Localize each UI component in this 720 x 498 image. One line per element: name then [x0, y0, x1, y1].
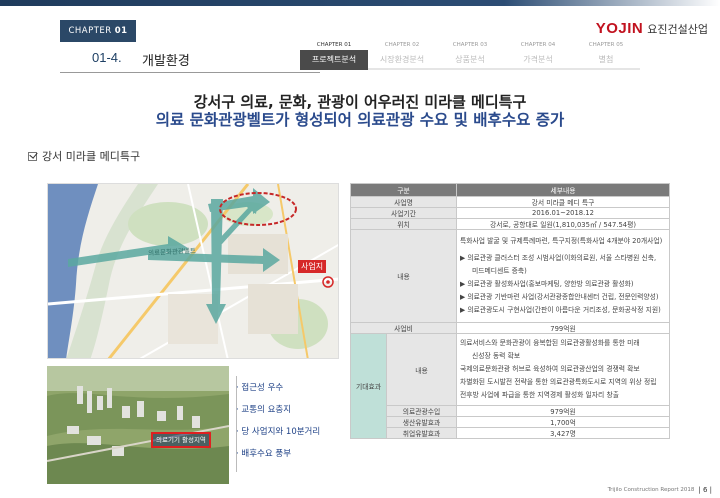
section-divider — [60, 72, 320, 73]
table-row: 취업유발효과 3,427명 — [351, 427, 670, 439]
nav-tab-label: 프로젝트분석 — [300, 50, 368, 70]
content-line: ▶ 의료관광도시 구현사업(간판이 아름다운 거리조성, 문화공삭정 지원) — [460, 306, 661, 314]
row-key: 취업유발효과 — [386, 427, 457, 439]
location-map: 사업지 의료문화관광벨트 — [47, 183, 339, 359]
row-key: 위치 — [350, 218, 457, 230]
effect-content: 의료서비스와 문화관광이 융복합된 의료관광활성화를 통한 미래 신성장 동력 … — [456, 333, 670, 406]
aerial-photo-graphic — [47, 366, 229, 484]
table-row: 사업비 799억원 — [350, 322, 670, 334]
nav-tab-caption: CHAPTER 01 — [316, 42, 352, 48]
row-key: 생산유발효과 — [386, 416, 457, 428]
header-strip — [0, 0, 720, 6]
content-line: ▶ 의료관광 활성화사업(홍보마케팅, 양한방 의료관광 활성화) — [460, 280, 634, 288]
row-value: 3,427명 — [456, 427, 670, 439]
section-number: 01-4. — [92, 50, 122, 65]
effect-line: 국제의료문화관광 허브로 육성하여 의료관광산업의 경쟁력 확보 — [460, 365, 640, 373]
feature-list: · 접근성 우수 · 교통의 요충지 · 당 사업지와 10분거리 · 배후수요… — [236, 381, 320, 469]
table-row: 사업기간 2016.01~2018.12 — [350, 207, 670, 219]
content-line: 미드메디센트 증축) — [472, 267, 527, 275]
aerial-photo: 의료기기 활성지역 — [47, 366, 229, 484]
table-row: 사업명 강서 미라클 메디 특구 — [350, 196, 670, 208]
nav-tab-market-analysis[interactable]: CHAPTER 02 시장환경분석 — [368, 40, 436, 70]
nav-tab-price-analysis[interactable]: CHAPTER 04 가격분석 — [504, 40, 572, 70]
nav-tab-product-analysis[interactable]: CHAPTER 03 상품분석 — [436, 40, 504, 70]
nav-tab-caption: CHAPTER 04 — [520, 42, 556, 48]
row-key: 사업기간 — [350, 207, 457, 219]
site-marker-label: 사업지 — [298, 260, 327, 273]
table-row: 의료관광수입 979억원 — [351, 405, 670, 417]
subsection-title: 강서 미라클 메디특구 — [42, 150, 141, 163]
nav-tab-appendix[interactable]: CHAPTER 05 별첨 — [572, 40, 640, 70]
table-row: 위치 강서로, 공항대로 일원(1,810,035㎡ / 547.54평) — [350, 218, 670, 230]
effect-line: 전후방 사업에 파급을 통한 지역경제 활성화 일자리 창출 — [460, 391, 619, 399]
content-line: 특화사업 발굴 및 규제특례마련, 특구지정(특화사업 4개분야 20개사업) — [460, 237, 663, 245]
table-row: 생산유발효과 1,700억 — [351, 416, 670, 428]
row-value-content: 특화사업 발굴 및 규제특례마련, 특구지정(특화사업 4개분야 20개사업) … — [456, 229, 670, 323]
table-row-content: 내용 특화사업 발굴 및 규제특례마련, 특구지정(특화사업 4개분야 20개사… — [350, 229, 670, 323]
nav-tab-caption: CHAPTER 03 — [452, 42, 488, 48]
row-key: 내용 — [350, 229, 457, 323]
page-number: | 6 | — [698, 486, 712, 494]
feature-item: · 교통의 요충지 — [236, 405, 292, 415]
effect-sub-key: 내용 — [386, 333, 457, 406]
photo-highlight-label: 의료기기 활성지역 — [151, 432, 211, 448]
nav-tab-label: 상품분석 — [436, 50, 504, 70]
chapter-tab-label: CHAPTER — [68, 26, 112, 36]
feature-item: · 당 사업지와 10분거리 — [236, 427, 321, 437]
row-key: 사업비 — [350, 322, 457, 334]
project-info-table: 구분 세부내용 사업명 강서 미라클 메디 특구 사업기간 2016.01~20… — [350, 183, 670, 439]
nav-tab-label: 시장환경분석 — [368, 50, 436, 70]
effect-line: 신성장 동력 확보 — [472, 352, 521, 360]
row-key: 사업명 — [350, 196, 457, 208]
effect-key: 기대효과 — [350, 333, 387, 439]
feature-item: · 접근성 우수 — [236, 383, 284, 393]
chapter-nav: CHAPTER 01 프로젝트분석 CHAPTER 02 시장환경분석 CHAP… — [300, 40, 640, 70]
nav-tab-caption: CHAPTER 05 — [588, 42, 624, 48]
subsection-header: 강서 미라클 메디특구 — [28, 148, 140, 164]
effect-line: 차별화된 도시발전 전략을 통한 의료관광특화도시로 지역의 위상 정립 — [460, 378, 657, 386]
footer-report-name: Trijilo Construction Report 2018 — [607, 487, 695, 493]
company-logo: YOJIN 요진건설산업 — [596, 20, 708, 37]
table-header-category: 구분 — [350, 183, 457, 197]
row-value: 강서 미라클 메디 특구 — [456, 196, 670, 208]
nav-tab-project-analysis[interactable]: CHAPTER 01 프로젝트분석 — [300, 40, 368, 70]
nav-tab-label: 가격분석 — [504, 50, 572, 70]
row-value: 강서로, 공항대로 일원(1,810,035㎡ / 547.54평) — [456, 218, 670, 230]
nav-tab-label: 별첨 — [572, 50, 640, 70]
headline-secondary: 의료 문화관광벨트가 형성되어 의료관광 수요 및 배후수요 증가 — [155, 111, 565, 129]
map-graphic — [48, 184, 338, 358]
logo-brand: YOJIN — [595, 20, 644, 37]
row-value: 1,700억 — [456, 416, 670, 428]
chapter-tab: CHAPTER 01 — [60, 20, 136, 42]
table-row-effect: 기대효과 내용 의료서비스와 문화관광이 융복합된 의료관광활성화를 통한 미래… — [350, 333, 670, 439]
nav-tab-caption: CHAPTER 02 — [384, 42, 420, 48]
row-value: 2016.01~2018.12 — [456, 207, 670, 219]
chapter-tab-number: 01 — [114, 26, 128, 36]
logo-korean: 요진건설산업 — [647, 23, 708, 36]
page-footer: Trijilo Construction Report 2018 | 6 | — [608, 486, 712, 494]
effect-line: 의료서비스와 문화관광이 융복합된 의료관광활성화를 통한 미래 — [460, 339, 640, 347]
content-line: ▶ 의료관광 기반마련 사업(강서관광종합안내센터 건립, 전문인력양성) — [460, 293, 659, 301]
section-title: 개발환경 — [142, 54, 190, 69]
row-value: 979억원 — [456, 405, 670, 417]
checkbox-bullet-icon — [28, 151, 37, 161]
table-header-detail: 세부내용 — [456, 183, 670, 197]
row-value: 799억원 — [456, 322, 670, 334]
content-line: ▶ 의료관광 클러스터 조성 시범사업(이화의료원, 서울 스타병원 신축, — [460, 254, 657, 262]
row-key: 의료관광수입 — [386, 405, 457, 417]
feature-item: · 배후수요 풍부 — [236, 449, 292, 459]
table-header-row: 구분 세부내용 — [350, 183, 670, 197]
